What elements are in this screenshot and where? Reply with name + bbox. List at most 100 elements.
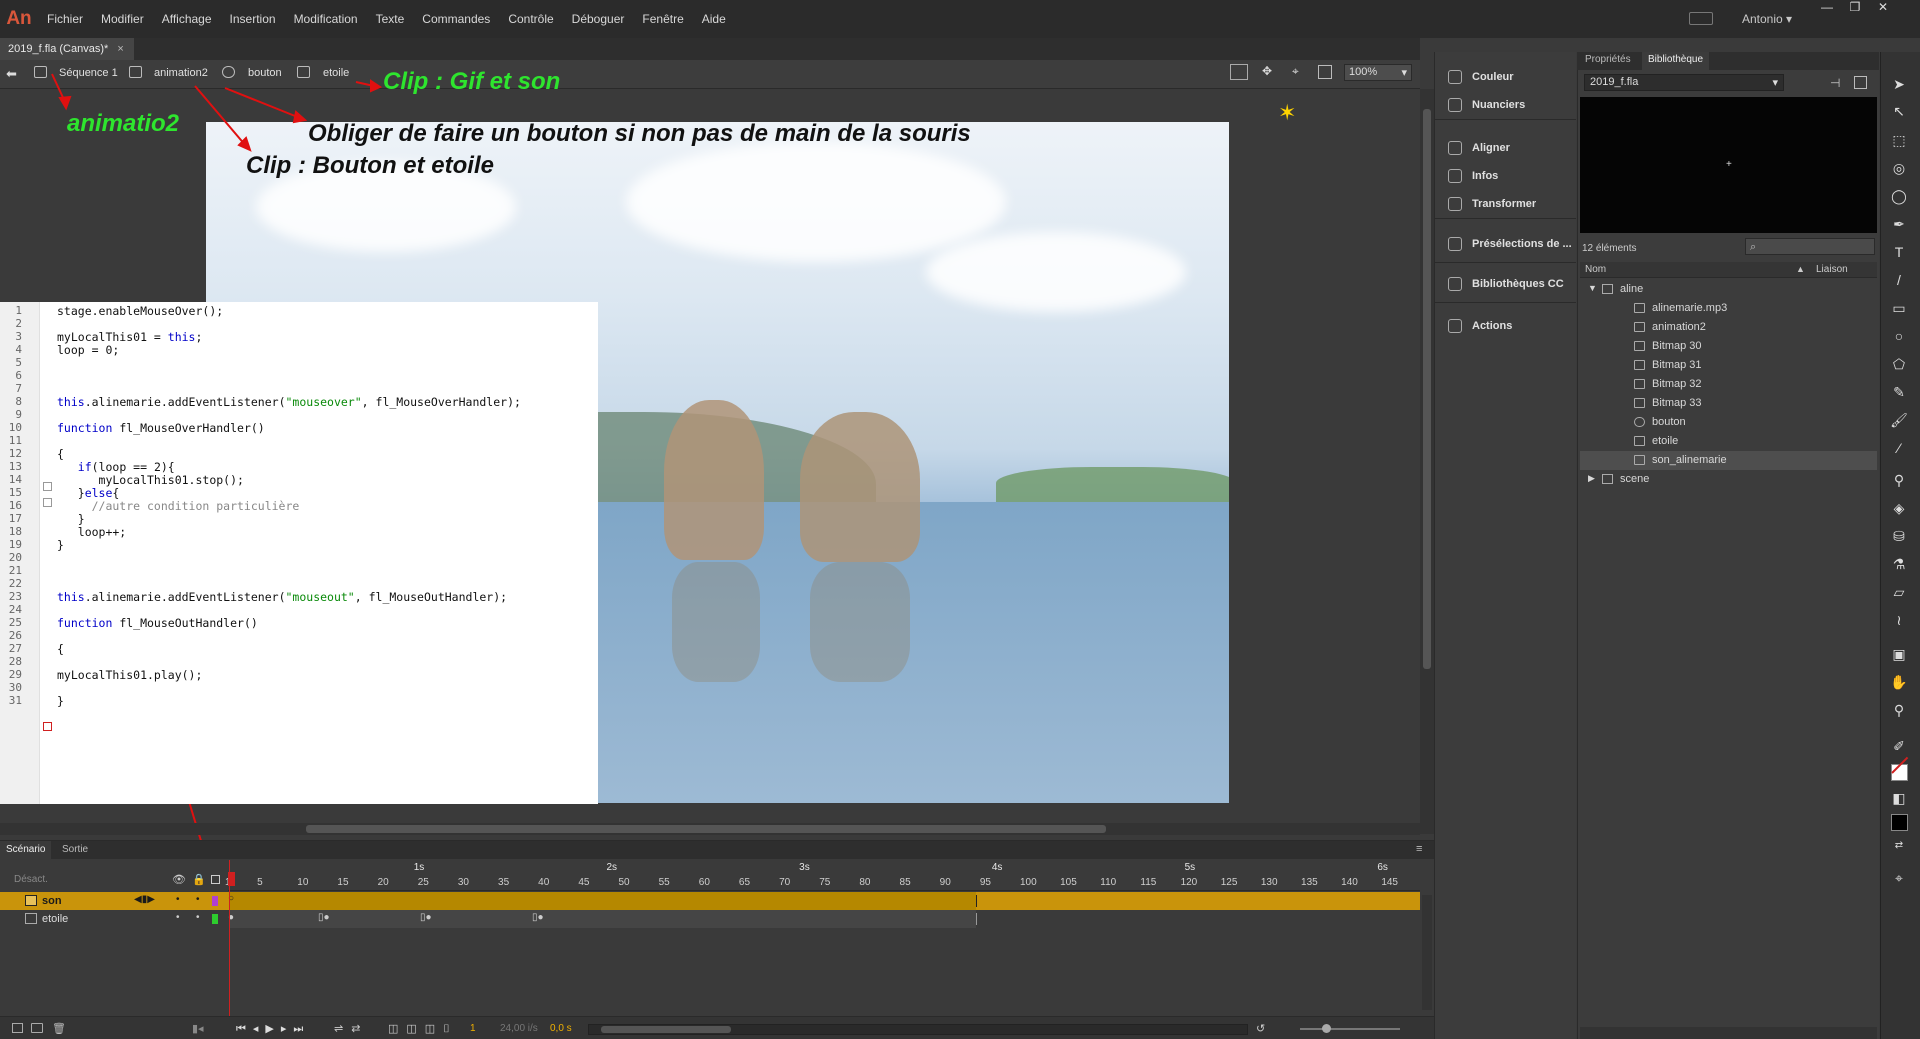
layer-etoile[interactable]: etoile • • ● ▯● ▯● ▯● [0, 910, 1420, 928]
library-item[interactable]: bouton [1580, 413, 1877, 432]
subselection-tool-icon[interactable]: ↖ [1888, 103, 1910, 125]
code-line[interactable]: }else{ [57, 486, 120, 500]
loop-icon[interactable]: ↺ [1256, 1022, 1265, 1035]
collapse-arrow-icon[interactable]: ▼ [1588, 283, 1597, 293]
camera-tool-icon[interactable]: ▣ [1888, 646, 1910, 668]
paint-brush-tool-icon[interactable]: ⁄ [1888, 440, 1910, 462]
panel-menu-icon[interactable]: ≡ [1416, 843, 1422, 855]
panel-actions[interactable]: Actions [1472, 320, 1512, 332]
fold-marker-icon[interactable] [43, 498, 52, 507]
timeline-scrollbar[interactable] [1422, 895, 1432, 1010]
lock-icon[interactable]: 🔒 [192, 873, 206, 886]
hand-tool-icon[interactable]: ✋ [1888, 674, 1910, 696]
code-line[interactable]: this.alinemarie.addEventListener("mouseo… [57, 395, 521, 409]
zoom-tool-icon[interactable]: ⚲ [1888, 702, 1910, 724]
fold-marker-icon[interactable] [43, 482, 52, 491]
camera-icon[interactable]: ▮◂ [192, 1022, 204, 1035]
code-line[interactable]: } [57, 694, 64, 708]
expand-arrow-icon[interactable]: ▶ [1588, 473, 1595, 484]
slider-knob[interactable] [1322, 1024, 1331, 1033]
code-line[interactable]: myLocalThis01.play(); [57, 668, 202, 682]
library-item[interactable]: ▼ aline [1580, 280, 1877, 299]
layer-name[interactable]: son [42, 895, 62, 907]
new-library-icon[interactable] [1854, 76, 1867, 89]
frame-size-slider[interactable] [1300, 1024, 1400, 1033]
sort-icon[interactable]: ▲ [1796, 264, 1805, 274]
code-line[interactable]: { [57, 642, 64, 656]
code-line[interactable]: function fl_MouseOutHandler() [57, 616, 258, 630]
tab-output[interactable]: Sortie [62, 844, 88, 855]
fill-swatch[interactable] [1891, 814, 1908, 831]
current-frame[interactable]: 1 [470, 1023, 476, 1034]
playback-buttons[interactable]: ⏮◂▶▸⏭ [236, 1022, 310, 1036]
stroke-swatch[interactable] [1891, 756, 1909, 781]
visible-dot-icon[interactable]: • [176, 912, 180, 923]
library-item[interactable]: ▶ scene [1580, 470, 1877, 489]
new-layer-icon[interactable] [12, 1023, 23, 1033]
code-line[interactable]: } [57, 538, 64, 552]
code-line[interactable]: this.alinemarie.addEventListener("mouseo… [57, 590, 507, 604]
width-tool-icon[interactable]: ≀ [1888, 612, 1910, 634]
code-line[interactable]: function fl_MouseOverHandler() [57, 421, 265, 435]
frame-rate[interactable]: 24,00 i/s [500, 1023, 538, 1034]
tab-properties[interactable]: Propriétés [1585, 54, 1631, 65]
library-item[interactable]: etoile [1580, 432, 1877, 451]
code-line[interactable]: myLocalThis01 = this; [57, 330, 202, 344]
edit-multiple-frames-icon[interactable]: ◫◫◫⌷ [388, 1022, 458, 1036]
code-line[interactable]: loop = 0; [57, 343, 119, 357]
code-line[interactable]: loop++; [57, 525, 126, 539]
elapsed-time[interactable]: 0,0 s [550, 1023, 572, 1034]
code-line[interactable]: if(loop == 2){ [57, 460, 175, 474]
library-item[interactable]: Bitmap 31 [1580, 356, 1877, 375]
scroll-thumb[interactable] [1423, 109, 1431, 669]
keyframe[interactable]: ▯● [420, 912, 432, 923]
playback-controls-icon[interactable]: ◀▮▶ [134, 894, 155, 905]
library-item[interactable]: Bitmap 30 [1580, 337, 1877, 356]
panel-info[interactable]: Infos [1472, 170, 1498, 182]
stage-horizontal-scrollbar[interactable] [0, 823, 1420, 835]
layer-name[interactable]: etoile [42, 913, 68, 925]
paint-bucket-tool-icon[interactable]: ◈ [1888, 500, 1910, 522]
panel-align[interactable]: Aligner [1472, 142, 1510, 154]
brush-tool-icon[interactable]: 🖌 [1888, 412, 1910, 434]
code-line[interactable]: //autre condition particulière [57, 499, 300, 513]
selection-tool-icon[interactable]: ➤ [1888, 76, 1910, 98]
code-line[interactable]: stage.enableMouseOver(); [57, 304, 223, 318]
rectangle-tool-icon[interactable]: ▭ [1888, 300, 1910, 322]
column-link[interactable]: Liaison [1816, 264, 1848, 275]
oval-tool-icon[interactable]: ○ [1888, 328, 1910, 350]
lock-dot-icon[interactable]: • [196, 894, 200, 905]
new-folder-icon[interactable] [31, 1023, 43, 1033]
timeline-horizontal-scrollbar[interactable] [588, 1024, 1248, 1035]
outline-icon[interactable] [211, 875, 220, 884]
keyframe[interactable]: ▯● [532, 912, 544, 923]
swap-colors-icon[interactable]: ⇄ [1888, 840, 1910, 862]
column-name[interactable]: Nom [1585, 264, 1606, 275]
panel-cc-libraries[interactable]: Bibliothèques CC [1472, 278, 1564, 290]
lock-dot-icon[interactable]: • [196, 912, 200, 923]
code-line[interactable]: myLocalThis01.stop(); [57, 473, 244, 487]
fill-color-icon[interactable]: ◧ [1888, 790, 1910, 812]
eyedropper-tool-icon[interactable]: ⚗ [1888, 556, 1910, 578]
scroll-thumb[interactable] [601, 1026, 731, 1033]
scroll-thumb[interactable] [306, 825, 1106, 833]
keyframe[interactable]: ▯● [318, 912, 330, 923]
line-tool-icon[interactable]: / [1888, 272, 1910, 294]
actions-code-editor[interactable]: 1 2 3 4 5 6 7 8 9 10 11 12 13 14 15 16 17 18 19 20 21 22 23 24 2… [0, 302, 598, 804]
code-line[interactable]: { [57, 447, 64, 461]
code-line[interactable]: } [57, 512, 85, 526]
panel-transform[interactable]: Transformer [1472, 198, 1536, 210]
pen-tool-icon[interactable]: ✒ [1888, 216, 1910, 238]
layer-son[interactable]: son ◀▮▶ • • [0, 892, 1420, 910]
pencil-tool-icon[interactable]: ✎ [1888, 384, 1910, 406]
library-item[interactable]: Bitmap 32 [1580, 375, 1877, 394]
library-item[interactable]: animation2 [1580, 318, 1877, 337]
onion-skin-icons[interactable]: ⇌⇄ [334, 1022, 368, 1035]
panel-color[interactable]: Couleur [1472, 71, 1514, 83]
pin-icon[interactable]: ⊣ [1830, 76, 1840, 90]
tab-timeline[interactable]: Scénario [0, 841, 52, 859]
library-item[interactable]: son_alinemarie [1580, 451, 1877, 470]
fold-marker-icon[interactable] [43, 722, 52, 731]
tab-library[interactable]: Bibliothèque [1642, 52, 1710, 70]
library-search-input[interactable]: ⌕ [1745, 238, 1875, 255]
